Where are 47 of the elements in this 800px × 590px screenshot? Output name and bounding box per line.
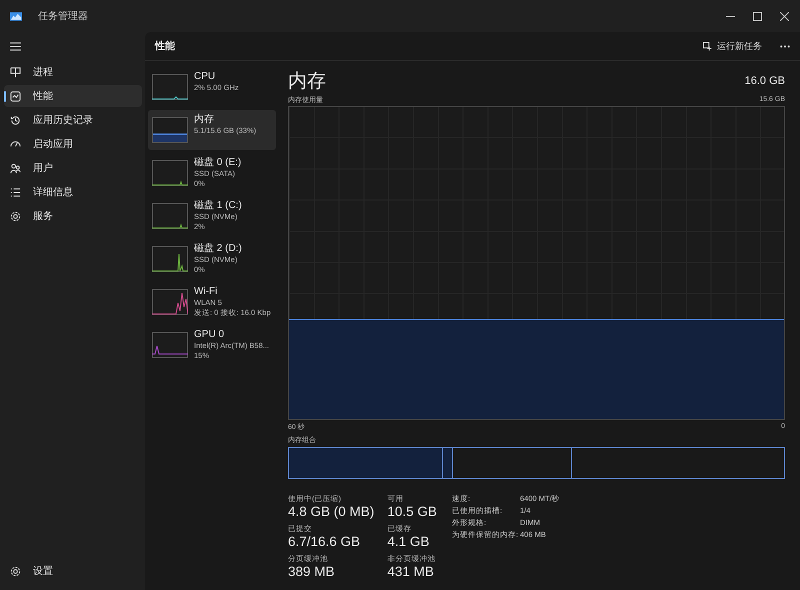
settings-icon	[10, 566, 21, 576]
page-title: 性能	[155, 40, 175, 53]
gear-icon	[10, 210, 21, 222]
device-name: GPU 0	[194, 329, 226, 341]
stat-value: 10.5 GB	[387, 504, 438, 519]
grid-icon	[10, 66, 21, 78]
detail-title: 内存	[288, 70, 326, 94]
usage-thumbnail	[152, 332, 188, 358]
app-icon	[10, 12, 22, 20]
device-name: 内存	[194, 114, 215, 126]
sidebar-item[interactable]: 进程	[4, 61, 142, 83]
stat-value: 4.1 GB	[387, 534, 430, 549]
window-title: 任务管理器	[38, 10, 88, 23]
total-memory: 16.0 GB	[744, 75, 785, 87]
usage-thumbnail	[152, 160, 188, 186]
close-icon[interactable]	[780, 12, 789, 20]
stat-value: 4.8 GB (0 MB)	[288, 504, 376, 519]
device-name: Wi-Fi	[194, 286, 218, 298]
device-name: 磁盘 0 (E:)	[194, 157, 242, 169]
people-icon	[10, 162, 21, 174]
sidebar-item[interactable]: 性能	[4, 85, 142, 107]
device-name: 磁盘 2 (D:)	[194, 243, 242, 255]
usage-thumbnail	[152, 289, 188, 315]
chart-icon	[10, 90, 21, 102]
stat-value: 389 MB	[288, 564, 336, 579]
usage-thumbnail	[152, 203, 188, 229]
device-name: CPU	[194, 71, 216, 83]
clock-icon	[10, 114, 21, 126]
list-icon	[10, 186, 21, 198]
usage-thumbnail	[152, 74, 188, 100]
sidebar-item[interactable]: 启动应用	[4, 133, 142, 155]
sidebar-item[interactable]: 用户	[4, 157, 142, 179]
maximize-icon[interactable]	[753, 12, 762, 20]
usage-thumbnail	[152, 246, 188, 272]
usage-thumbnail	[152, 117, 188, 143]
sidebar-item[interactable]: 服务	[4, 205, 142, 227]
run-new-task-button[interactable]: 运行新任务	[699, 36, 766, 56]
sidebar-item[interactable]: 应用历史记录	[4, 109, 142, 131]
more-icon[interactable]	[780, 44, 790, 48]
menu-icon[interactable]	[10, 42, 21, 51]
settings-item[interactable]: 设置	[4, 560, 142, 582]
stat-value: 6.7/16.6 GB	[288, 534, 362, 549]
new-task-icon	[703, 42, 712, 50]
device-name: 磁盘 1 (C:)	[194, 200, 242, 212]
stat-value: 431 MB	[387, 564, 435, 579]
sidebar-item[interactable]: 详细信息	[4, 181, 142, 203]
gauge-icon	[10, 138, 21, 150]
